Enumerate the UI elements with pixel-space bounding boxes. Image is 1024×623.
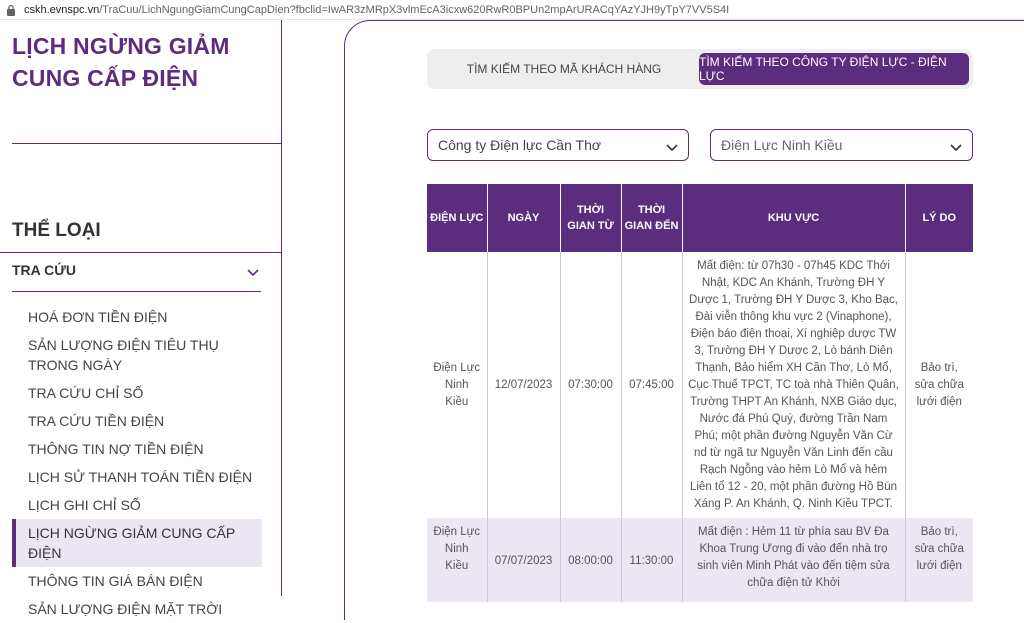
header-den: THỜI GIAN ĐẾN: [621, 184, 683, 252]
cell-khu-vuc: Mất điện : Hẻm 11 từ phía sau BV Đa Khoa…: [682, 518, 906, 602]
sidebar-item[interactable]: THÔNG TIN NỢ TIỀN ĐIỆN: [12, 435, 262, 463]
table-header-row: ĐIỆN LỰC NGÀY THỜI GIAN TỪ THỜI GIAN ĐẾN…: [427, 184, 973, 252]
divider: [0, 252, 282, 253]
main-panel: TÌM KIẾM THEO MÃ KHÁCH HÀNG TÌM KIẾM THE…: [344, 20, 1024, 620]
cell-ly-do: Bảo trì, sửa chữa lưới điện: [905, 252, 973, 518]
table-row: Điện Lực Ninh Kiều 07/07/2023 08:00:00 1…: [427, 518, 973, 602]
branch-select-value: Điện Lực Ninh Kiều: [721, 137, 843, 153]
chevron-down-icon: [666, 139, 678, 155]
sidebar-item[interactable]: SẢN LƯỢNG ĐIỆN MẶT TRỜI: [12, 595, 262, 623]
url-host: cskh.evnspc.vn: [24, 3, 100, 16]
cell-tu: 07:30:00: [560, 252, 622, 518]
header-ngay: NGÀY: [487, 184, 561, 252]
group-label: TRA CỨU: [12, 262, 76, 278]
address-bar[interactable]: cskh.evnspc.vn/TraCuu/LichNgungGiamCungC…: [0, 0, 1024, 20]
lock-icon: [6, 4, 16, 16]
sidebar-nav: HOÁ ĐƠN TIỀN ĐIỆN SẢN LƯỢNG ĐIỆN TIÊU THỤ…: [12, 303, 262, 623]
chevron-down-icon: [247, 264, 259, 282]
sidebar: LỊCH NGỪNG GIẢM CUNG CẤP ĐIỆN THỂ LOẠI T…: [0, 20, 282, 617]
chevron-down-icon: [950, 139, 962, 155]
cell-ly-do: Bảo trì, sửa chữa lưới điện: [905, 518, 973, 602]
sidebar-item[interactable]: SẢN LƯỢNG ĐIỆN TIÊU THỤ TRONG NGÀY: [12, 331, 262, 379]
cell-khu-vuc: Mất điện: từ 07h30 - 07h45 KDC Thới Nhật…: [682, 252, 906, 518]
header-tu: THỜI GIAN TỪ: [560, 184, 622, 252]
tab-search-by-company[interactable]: TÌM KIẾM THEO CÔNG TY ĐIỆN LỰC - ĐIỆN LỰ…: [699, 53, 969, 85]
outage-table: ĐIỆN LỰC NGÀY THỜI GIAN TỪ THỜI GIAN ĐẾN…: [427, 184, 973, 602]
header-ly-do: LÝ DO: [905, 184, 973, 252]
table-row: Điện Lực Ninh Kiều 12/07/2023 07:30:00 0…: [427, 252, 973, 518]
cell-tu: 08:00:00: [560, 518, 622, 602]
cell-dien-luc: Điện Lực Ninh Kiều: [427, 518, 488, 602]
tab-search-by-customer[interactable]: TÌM KIẾM THEO MÃ KHÁCH HÀNG: [431, 53, 697, 85]
sidebar-item[interactable]: HOÁ ĐƠN TIỀN ĐIỆN: [12, 303, 262, 331]
category-heading: THỂ LOẠI: [12, 220, 101, 241]
divider: [12, 143, 282, 144]
sidebar-item[interactable]: TRA CỨU TIỀN ĐIỆN: [12, 407, 262, 435]
branch-select[interactable]: Điện Lực Ninh Kiều: [710, 129, 973, 161]
url-path: /TraCuu/LichNgungGiamCungCapDien?fbclid=…: [99, 3, 730, 16]
page-title: LỊCH NGỪNG GIẢM CUNG CẤP ĐIỆN: [12, 33, 230, 91]
group-tra-cuu-toggle[interactable]: TRA CỨU: [12, 262, 261, 292]
cell-ngay: 07/07/2023: [487, 518, 561, 602]
sidebar-item[interactable]: LỊCH NGỪNG GIẢM CUNG CẤP ĐIỆN: [12, 519, 262, 567]
cell-den: 07:45:00: [621, 252, 683, 518]
company-select[interactable]: Công ty Điện lực Cần Thơ: [427, 129, 689, 161]
cell-den: 11:30:00: [621, 518, 683, 602]
header-khu-vuc: KHU VỰC: [682, 184, 906, 252]
url-text[interactable]: cskh.evnspc.vn/TraCuu/LichNgungGiamCungC…: [24, 4, 729, 16]
cell-dien-luc: Điện Lực Ninh Kiều: [427, 252, 488, 518]
company-select-value: Công ty Điện lực Cần Thơ: [438, 137, 602, 153]
sidebar-item[interactable]: THÔNG TIN GIÁ BÁN ĐIỆN: [12, 567, 262, 595]
search-tabs: TÌM KIẾM THEO MÃ KHÁCH HÀNG TÌM KIẾM THE…: [427, 49, 973, 89]
sidebar-item[interactable]: LỊCH GHI CHỈ SỐ: [12, 491, 262, 519]
cell-ngay: 12/07/2023: [487, 252, 561, 518]
header-dien-luc: ĐIỆN LỰC: [427, 184, 488, 252]
sidebar-item[interactable]: LỊCH SỬ THANH TOÁN TIỀN ĐIỆN: [12, 463, 262, 491]
sidebar-item[interactable]: TRA CỨU CHỈ SỐ: [12, 379, 262, 407]
